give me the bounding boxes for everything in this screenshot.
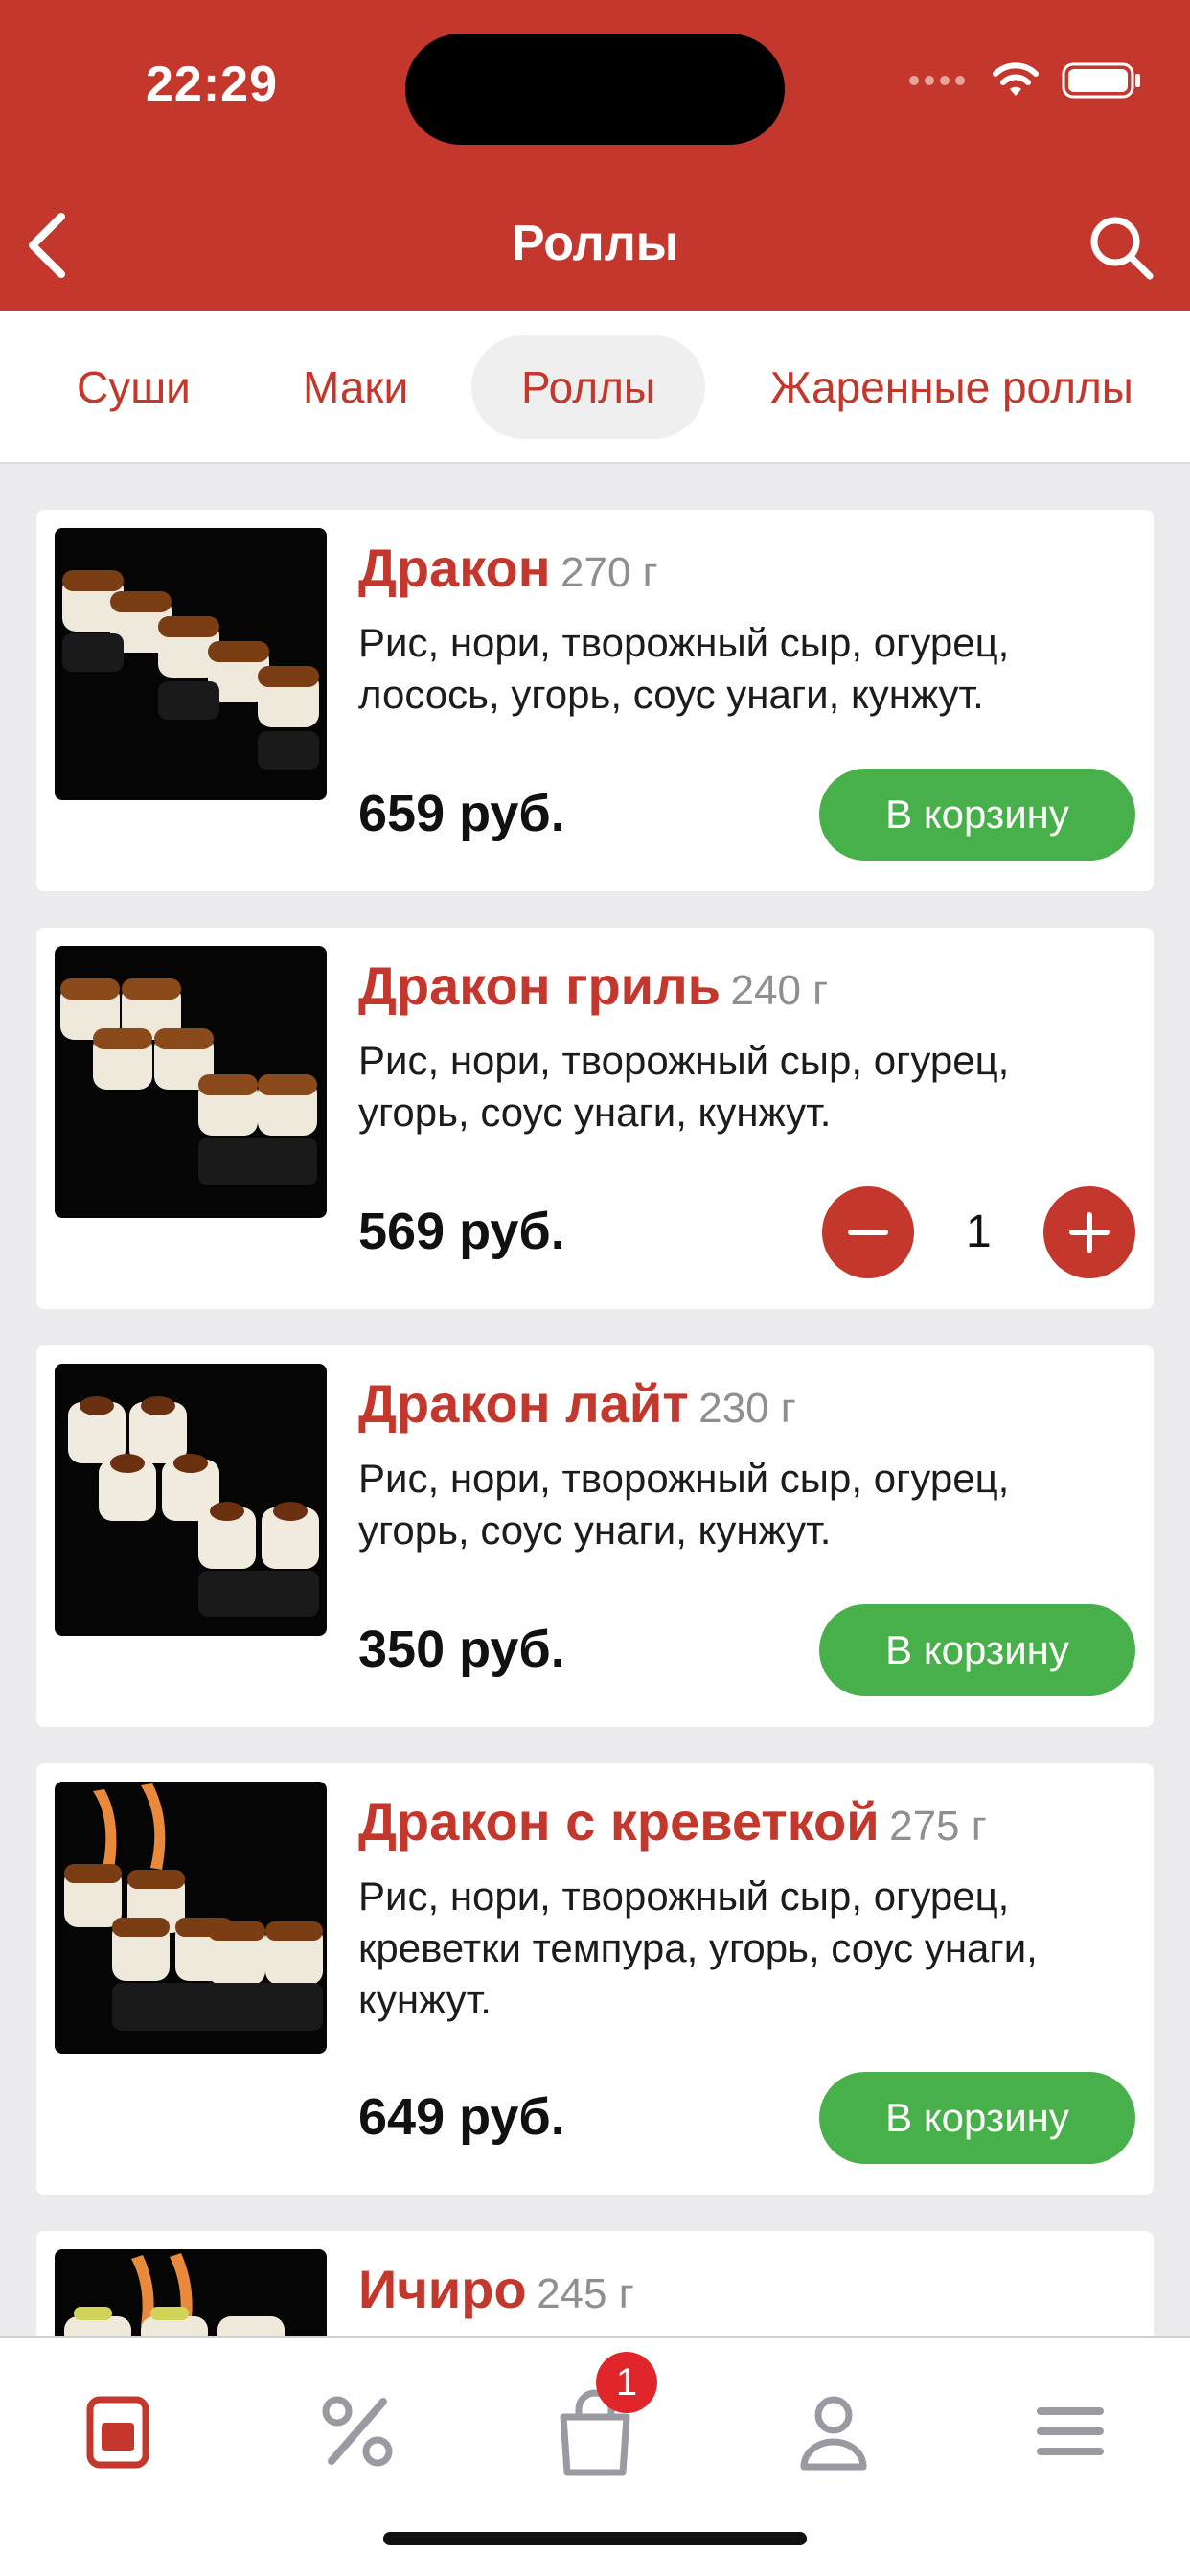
product-weight: 240 г xyxy=(730,967,829,1014)
minus-icon xyxy=(848,1230,888,1235)
menu-icon[interactable] xyxy=(65,2379,171,2484)
wifi-icon xyxy=(993,62,1039,96)
tab-maki[interactable]: Маки xyxy=(253,335,458,439)
product-description: Рис, нори, творожный сыр, огурец, лосось… xyxy=(358,620,1010,717)
tab-fried-rolls[interactable]: Жаренные роллы xyxy=(721,335,1183,439)
battery-icon xyxy=(1062,62,1140,99)
product-card[interactable]: Дракон с креветкой 275 г Рис, нори, твор… xyxy=(36,1763,1154,2195)
tab-sushi[interactable]: Суши xyxy=(27,335,240,439)
status-time: 22:29 xyxy=(146,57,278,112)
product-weight: 275 г xyxy=(889,1803,987,1850)
add-to-cart-button[interactable]: В корзину xyxy=(819,2072,1135,2164)
category-tabs: Суши Маки Роллы Жаренные роллы xyxy=(0,310,1190,464)
product-weight: 230 г xyxy=(698,1385,796,1432)
increase-quantity-button[interactable] xyxy=(1043,1186,1135,1278)
product-description: Рис, нори, творожный сыр, огурец, угорь,… xyxy=(358,1038,1010,1135)
product-weight: 270 г xyxy=(561,549,658,596)
add-to-cart-button[interactable]: В корзину xyxy=(819,1604,1135,1696)
product-name: Дракон xyxy=(358,538,551,598)
tab-rolls[interactable]: Роллы xyxy=(471,335,705,439)
product-image xyxy=(55,1364,327,1636)
product-image xyxy=(55,528,327,800)
percent-icon[interactable] xyxy=(305,2379,410,2484)
app-header: 22:29 Роллы xyxy=(0,0,1190,310)
plus-icon xyxy=(1069,1212,1110,1253)
product-price: 350 руб. xyxy=(358,1621,565,1678)
product-price: 659 руб. xyxy=(358,785,565,842)
product-image xyxy=(55,946,327,1218)
home-indicator xyxy=(383,2532,807,2545)
status-icons xyxy=(908,61,1142,100)
product-description: Рис, нори, творожный сыр, огурец, кревет… xyxy=(358,1874,1038,2022)
decrease-quantity-button[interactable] xyxy=(822,1186,914,1278)
product-card[interactable]: Дракон 270 г Рис, нори, творожный сыр, о… xyxy=(36,510,1154,891)
product-name: Дракон гриль xyxy=(358,955,721,1016)
profile-icon[interactable] xyxy=(781,2379,886,2484)
product-price: 649 руб. xyxy=(358,2088,565,2146)
quantity-value: 1 xyxy=(966,1207,992,1257)
dynamic-island xyxy=(405,34,785,145)
product-card[interactable]: Дракон гриль 240 г Рис, нори, творожный … xyxy=(36,928,1154,1309)
product-name: Дракон лайт xyxy=(358,1373,689,1434)
product-weight: 245 г xyxy=(537,2270,634,2317)
cart-badge: 1 xyxy=(596,2352,657,2413)
search-icon[interactable] xyxy=(1087,213,1156,282)
product-price: 569 руб. xyxy=(358,1203,565,1260)
page-title: Роллы xyxy=(511,216,679,271)
product-card[interactable]: Дракон лайт 230 г Рис, нори, творожный с… xyxy=(36,1346,1154,1727)
hamburger-icon[interactable] xyxy=(1018,2379,1123,2484)
add-to-cart-button[interactable]: В корзину xyxy=(819,769,1135,861)
product-description: Рис, нори, творожный сыр, огурец, угорь,… xyxy=(358,1456,1010,1552)
product-name: Дракон с креветкой xyxy=(358,1791,880,1852)
signal-icon xyxy=(909,76,965,85)
product-image xyxy=(55,1782,327,2054)
product-name: Ичиро xyxy=(358,2259,527,2319)
